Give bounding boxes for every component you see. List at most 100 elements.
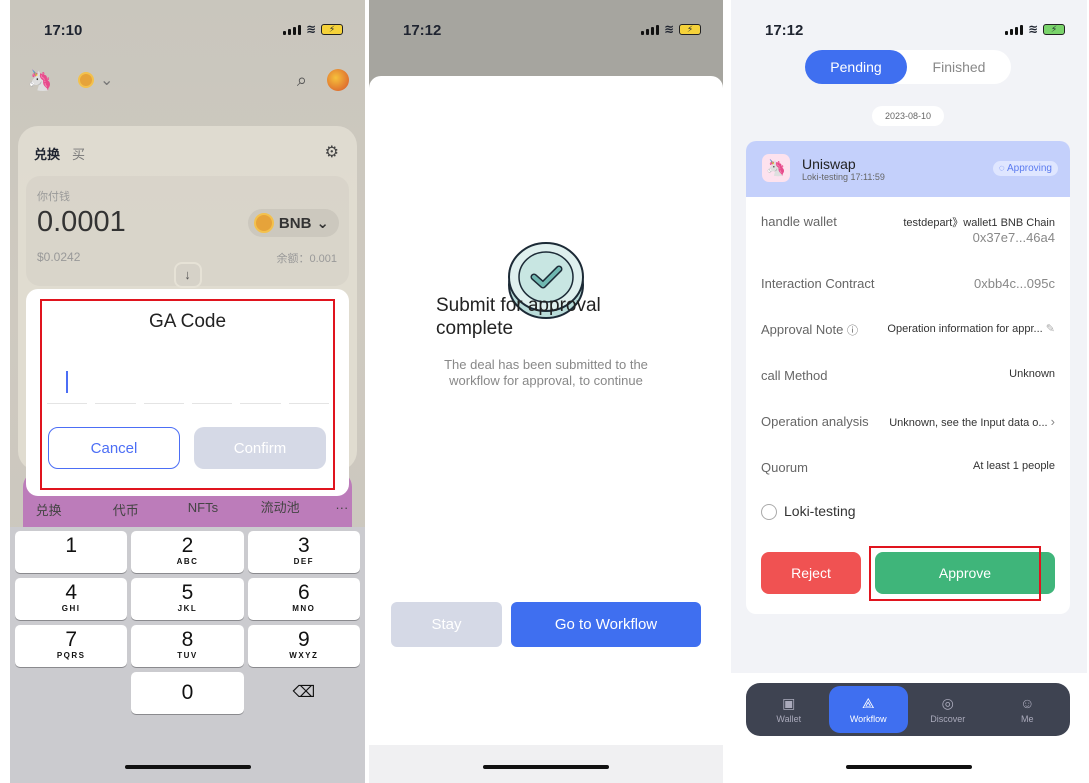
- highlight-box: [869, 546, 1041, 601]
- result-title: Submit for approval complete: [436, 295, 601, 339]
- result-description: The deal has been submitted to the workf…: [444, 357, 648, 388]
- status-time: 17:10: [44, 22, 83, 39]
- row-key: Quorum: [761, 460, 808, 475]
- stay-button[interactable]: Stay: [391, 602, 502, 647]
- code-input[interactable]: [47, 403, 329, 404]
- status-badge-text: Approving: [1006, 163, 1052, 174]
- row-key: call Method: [761, 368, 828, 383]
- key-blank: [15, 672, 127, 714]
- ga-code-modal: GA Code Cancel Confirm: [26, 289, 349, 496]
- row-key: Approval Note ⓘ: [761, 322, 859, 337]
- key-1[interactable]: 1: [15, 531, 128, 573]
- token-selector[interactable]: BNB ⌄: [247, 209, 339, 237]
- approver-radio[interactable]: [761, 504, 777, 520]
- battery-icon: ⚡: [1043, 23, 1065, 35]
- row-value: Unknown: [1009, 368, 1055, 380]
- row-value: testdepart》wallet1 BNB Chain 0x37e7...46a…: [903, 217, 1055, 245]
- phone-ga-code: 17:10 ≋ ⚡ 🦄 ⌄ ⌕ 兑换买 ⚙ 你付钱 0.0001 BNB ⌄ $0.…: [10, 0, 365, 783]
- network-selector[interactable]: ⌄: [78, 70, 113, 90]
- tab-wallet[interactable]: ▣ Wallet: [749, 686, 829, 733]
- cancel-button[interactable]: Cancel: [48, 427, 180, 469]
- text-cursor: [66, 371, 68, 393]
- bottom-tab-bar: ▣ Wallet ⟁ Workflow ◎ Discover ☺ Me: [746, 683, 1070, 736]
- row-key: Interaction Contract: [761, 276, 875, 291]
- row-key: Operation analysis: [761, 414, 869, 429]
- uniswap-icon: 🦄: [762, 154, 790, 182]
- battery-icon: ⚡: [321, 23, 343, 35]
- row-handle-wallet: handle wallet testdepart》wallet1 BNB Cha…: [761, 214, 1055, 250]
- arrow-down-icon[interactable]: ↓: [173, 262, 202, 288]
- tab-swap[interactable]: 兑换: [34, 144, 60, 163]
- avatar[interactable]: [327, 69, 349, 91]
- tab-swap-bottom[interactable]: 兑换: [10, 500, 87, 526]
- battery-icon: ⚡: [679, 23, 701, 35]
- key-5[interactable]: 5 JKL: [131, 578, 244, 620]
- uniswap-logo-icon: 🦄: [27, 69, 53, 92]
- tab-pool[interactable]: 流动池: [242, 500, 319, 526]
- bnb-coin-icon: [253, 213, 274, 233]
- row-value: At least 1 people: [973, 460, 1055, 472]
- approval-card: 🦄 Uniswap Loki-testing 17:11:59 ◌ Approv…: [746, 141, 1070, 614]
- status-segmented-control: Pending Finished: [805, 50, 1011, 84]
- tab-tokens[interactable]: 代币: [87, 500, 164, 526]
- pay-label: 你付钱: [37, 191, 70, 203]
- key-7[interactable]: 7 PQRS: [15, 625, 128, 667]
- numeric-keypad: 1 2 ABC 3 DEF 4 GHI 5 JKL 6 MNO 7 PQRS 8 TUV 9W…: [10, 527, 365, 783]
- face-icon: ☺: [1020, 694, 1035, 711]
- tab-finished[interactable]: Finished: [907, 50, 1011, 84]
- approver-name: Loki-testing: [784, 503, 856, 519]
- key-9[interactable]: 9 WXYZ: [247, 625, 360, 667]
- tab-discover[interactable]: ◎ Discover: [908, 686, 988, 733]
- modal-title: GA Code: [148, 311, 227, 332]
- tab-nfts[interactable]: NFTs: [164, 500, 241, 526]
- key-4[interactable]: 4 GHI: [15, 578, 128, 620]
- go-to-workflow-button[interactable]: Go to Workflow: [511, 602, 701, 647]
- confirm-button[interactable]: Confirm: [194, 427, 326, 469]
- loading-icon: ◌: [998, 163, 1007, 174]
- key-2[interactable]: 2 ABC: [131, 531, 244, 573]
- signal-icon: [640, 24, 659, 35]
- home-indicator: [124, 765, 251, 769]
- row-key: handle wallet: [761, 214, 837, 229]
- key-8[interactable]: 8 TUV: [131, 625, 244, 667]
- gear-icon[interactable]: ⚙: [325, 142, 339, 162]
- backspace-icon[interactable]: ⌫: [248, 672, 360, 714]
- help-icon[interactable]: ⓘ: [847, 325, 858, 337]
- reject-button[interactable]: Reject: [761, 552, 861, 594]
- balance: 余额：0.001: [276, 253, 337, 265]
- pay-amount[interactable]: 0.0001: [37, 206, 126, 239]
- key-6[interactable]: 6 MNO: [247, 578, 360, 620]
- row-value: 0xbb4c...095c: [974, 276, 1055, 291]
- wallet-icon: ▣: [782, 694, 796, 711]
- status-badge: ◌ Approving: [992, 161, 1058, 176]
- bnb-coin-icon: [78, 72, 94, 88]
- status-bar: 17:10 ≋ ⚡: [10, 0, 365, 48]
- status-time: 17:12: [765, 22, 804, 39]
- home-indicator: [483, 765, 609, 769]
- home-indicator: [846, 765, 972, 769]
- status-bar: 17:12 ≋ ⚡: [731, 0, 1087, 48]
- key-0[interactable]: 0: [131, 672, 244, 714]
- usd-value: $0.0242: [37, 250, 81, 264]
- wifi-icon: ≋: [1027, 22, 1038, 36]
- row-value[interactable]: Operation information for appr... ✎: [887, 322, 1055, 335]
- dapp-name: Uniswap: [802, 156, 856, 172]
- tab-me[interactable]: ☺ Me: [988, 686, 1068, 733]
- token-symbol: BNB: [278, 214, 312, 232]
- phone-workflow: 17:12 ≋ ⚡ Pending Finished 2023-08-10 🦄 U…: [731, 0, 1087, 783]
- signal-icon: [282, 24, 301, 35]
- workflow-icon: ⟁: [862, 694, 875, 711]
- wifi-icon: ≋: [663, 22, 674, 36]
- key-3[interactable]: 3 DEF: [247, 531, 360, 573]
- tab-buy[interactable]: 买: [72, 144, 85, 163]
- edit-icon[interactable]: ✎: [1046, 323, 1055, 335]
- status-time: 17:12: [403, 22, 442, 39]
- search-icon[interactable]: ⌕: [297, 70, 307, 91]
- chevron-right-icon: ›: [1050, 414, 1055, 429]
- signal-icon: [1004, 24, 1023, 35]
- more-icon[interactable]: ···: [319, 500, 365, 526]
- wifi-icon: ≋: [305, 22, 316, 36]
- tab-pending[interactable]: Pending: [805, 50, 907, 84]
- tab-workflow[interactable]: ⟁ Workflow: [828, 686, 908, 733]
- row-value: Unknown, see the Input data o... ›: [889, 414, 1055, 429]
